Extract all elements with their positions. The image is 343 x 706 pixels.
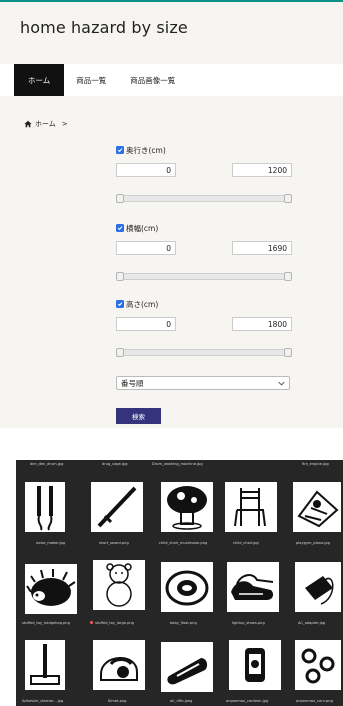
thumb-lightup-shoes[interactable]	[227, 562, 279, 612]
gallery-top-captions: den_den_drum.jpg drug_cage.jpg Drum_wash…	[16, 462, 343, 470]
depth-slider-max-handle[interactable]	[284, 194, 292, 203]
sort-select[interactable]: 番号順	[116, 376, 290, 390]
depth-max-input[interactable]: 1200	[232, 163, 292, 177]
check-icon	[117, 226, 123, 231]
thumb-playgym-piano[interactable]	[293, 482, 341, 532]
main-nav: ホーム 商品一覧 商品画像一覧	[0, 64, 343, 96]
thumb-child-chair-mushroom[interactable]	[161, 482, 213, 532]
canteen-image	[229, 640, 281, 690]
lightup-shoes-image	[227, 562, 279, 612]
caption-fire-engine: fire_engine.jpg	[302, 462, 329, 466]
height-max-input[interactable]: 1800	[232, 317, 292, 331]
teddy-bear-image	[93, 560, 145, 610]
site-title[interactable]: home hazard by size	[20, 18, 343, 37]
width-max-input[interactable]: 1690	[232, 241, 292, 255]
nav-item-home[interactable]: ホーム	[14, 64, 65, 96]
thumb-baby-float[interactable]	[161, 562, 213, 612]
adhesive-cleaner-image	[25, 640, 65, 690]
thumb-stuffed-toy-large[interactable]	[93, 560, 145, 610]
thumb-noise-maker[interactable]	[25, 482, 65, 532]
depth-min-input[interactable]: 0	[116, 163, 176, 177]
caption-adhesive-cleaner: Adhesive_cleaner....jpg	[22, 699, 64, 703]
check-icon	[117, 302, 123, 307]
width-label: 横幅(cm)	[126, 223, 159, 233]
breadcrumb-separator: >	[61, 120, 68, 128]
width-slider-max-handle[interactable]	[284, 272, 292, 281]
sort-selected-value: 番号順	[121, 378, 144, 388]
home-icon	[24, 120, 32, 128]
height-slider-track	[116, 349, 292, 356]
caption-ac-adapter: AC_adapter.jpg	[298, 621, 326, 625]
caption-drum-washing-machine: Drum_washing_machine.jpg	[152, 462, 203, 466]
nav-item-product-images[interactable]: 商品画像一覧	[118, 64, 187, 96]
noise-maker-image	[25, 482, 65, 532]
check-icon	[117, 148, 123, 153]
caption-child-chair: child_chair.jpg	[233, 541, 259, 545]
thumb-air-rifle[interactable]	[161, 642, 213, 692]
thumb-short-sword[interactable]	[91, 482, 143, 532]
nav-item-products[interactable]: 商品一覧	[64, 64, 118, 96]
breadcrumb: ホーム >	[0, 96, 343, 136]
height-slider-min-handle[interactable]	[116, 348, 124, 357]
caption-short-sword: short_sword.png	[99, 541, 129, 545]
depth-slider-min-handle[interactable]	[116, 194, 124, 203]
short-sword-image	[91, 482, 143, 532]
site-header: home hazard by size	[0, 2, 343, 64]
caption-child-chair-mushroom: child_chair_mushroom.png	[159, 541, 208, 545]
hedgehog-image	[25, 564, 77, 614]
caption-den-den-drum: den_den_drum.jpg	[30, 462, 64, 466]
caption-baby-float: baby_float.png	[170, 621, 197, 625]
height-checkbox[interactable]	[116, 300, 124, 308]
caption-lightup-shoes: lightup_shoes.png	[232, 621, 265, 625]
air-rifle-image	[161, 642, 213, 692]
width-min-input[interactable]: 0	[116, 241, 176, 255]
breadcrumb-home-link[interactable]: ホーム	[35, 119, 56, 129]
width-slider-track	[116, 273, 292, 280]
width-range-slider[interactable]	[116, 272, 292, 281]
thumb-anpanman-corn[interactable]	[295, 640, 341, 690]
height-label: 高さ(cm)	[126, 299, 159, 309]
thumb-anpanman-canteen[interactable]	[229, 640, 281, 690]
web-page: home hazard by size ホーム 商品一覧 商品画像一覧 ホーム …	[0, 0, 343, 428]
height-slider-max-handle[interactable]	[284, 348, 292, 357]
height-min-input[interactable]: 0	[116, 317, 176, 331]
depth-slider-track	[116, 195, 292, 202]
caption-stuffed-toy-hedgehog: stuffed_toy_hedgehog.png	[22, 621, 70, 625]
height-range-slider[interactable]	[116, 348, 292, 357]
kimet-image	[93, 640, 145, 690]
depth-label: 奥行き(cm)	[126, 145, 166, 155]
caption-noise-maker: noise_maker.jpg	[36, 541, 66, 545]
caption-air-rifle: air_rifle.jpeg	[170, 699, 193, 703]
caption-stuffed-toy-large-text: stuffed_toy_large.png	[95, 621, 134, 625]
baby-float-image	[161, 562, 213, 612]
thumb-ac-adapter[interactable]	[295, 562, 341, 612]
mushroom-chair-image	[161, 482, 213, 532]
app-root: home hazard by size ホーム 商品一覧 商品画像一覧 ホーム …	[0, 0, 343, 706]
filter-height: 高さ(cm) 0 1800	[116, 298, 292, 357]
thumb-adhesive-cleaner[interactable]	[25, 640, 65, 690]
child-chair-image	[225, 482, 277, 532]
ac-adapter-image	[295, 562, 341, 612]
filter-width: 横幅(cm) 0 1690	[116, 222, 292, 281]
width-checkbox[interactable]	[116, 224, 124, 232]
thumb-stuffed-toy-hedgehog[interactable]	[25, 564, 77, 614]
thumb-child-chair[interactable]	[225, 482, 277, 532]
filter-depth: 奥行き(cm) 0 1200	[116, 144, 292, 203]
caption-drug-cage: drug_cage.jpg	[102, 462, 128, 466]
image-gallery: den_den_drum.jpg drug_cage.jpg Drum_wash…	[16, 460, 343, 706]
selection-marker-icon	[90, 621, 93, 624]
thumb-kimet[interactable]	[93, 640, 145, 690]
caption-kimet: Kimet.png	[108, 699, 127, 703]
width-slider-min-handle[interactable]	[116, 272, 124, 281]
depth-range-slider[interactable]	[116, 194, 292, 203]
playgym-piano-image	[293, 482, 341, 532]
depth-checkbox[interactable]	[116, 146, 124, 154]
caption-playgym-piano: playgym_piano.jpg	[296, 541, 330, 545]
caption-anpanman-corn: anpanman_corn.png	[296, 699, 333, 703]
caption-stuffed-toy-large: stuffed_toy_large.png	[90, 621, 134, 625]
chevron-down-icon	[278, 381, 285, 386]
search-button[interactable]: 検索	[116, 408, 161, 424]
caption-anpanman-canteen: anpanman_canteen.jpg	[226, 699, 269, 703]
anpanman-corn-image	[295, 640, 341, 690]
